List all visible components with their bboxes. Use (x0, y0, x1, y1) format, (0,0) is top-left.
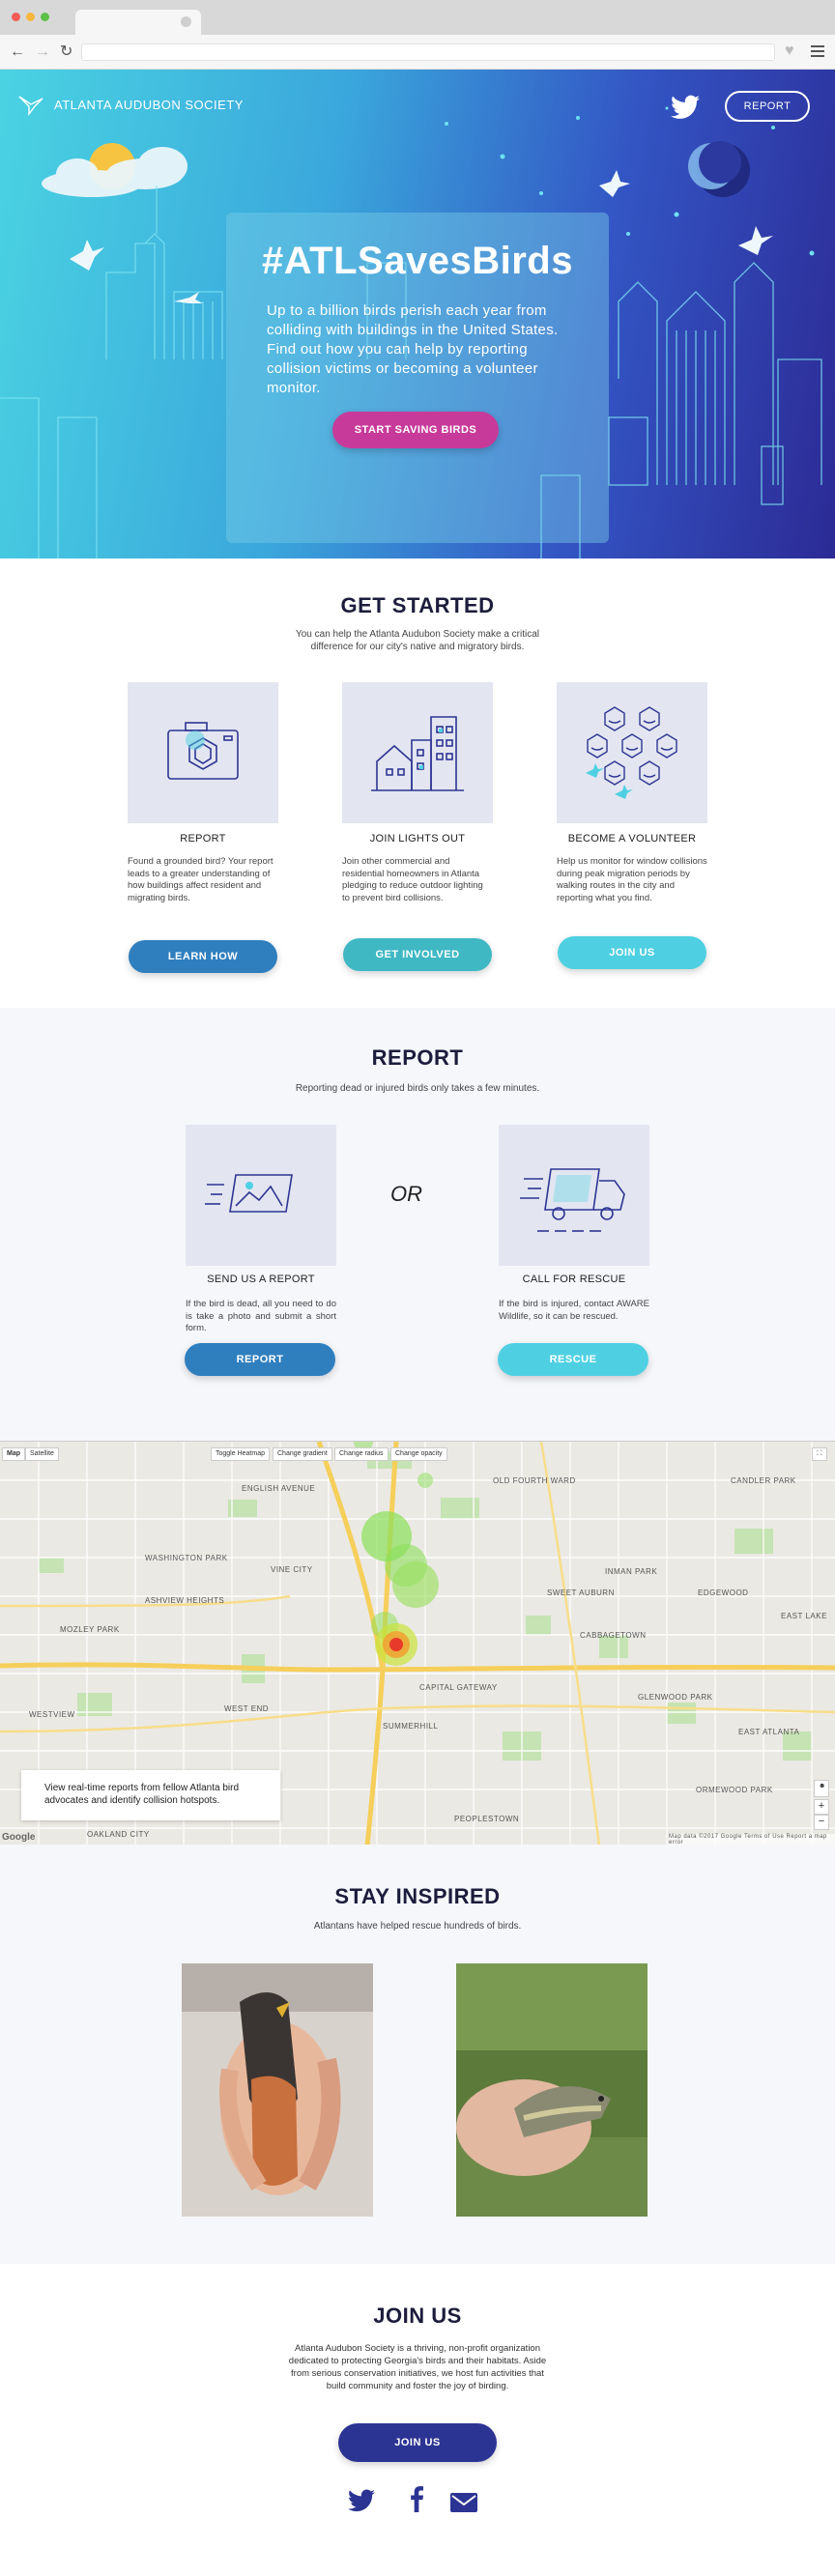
map-label: PEOPLESTOWN (454, 1815, 520, 1823)
hummingbird-logo-icon (18, 96, 43, 116)
rescue-button[interactable]: RESCUE (498, 1343, 648, 1376)
report-subtitle: Reporting dead or injured birds only tak… (295, 1083, 540, 1094)
rescued-robin-photo (182, 1963, 373, 2217)
facebook-icon[interactable] (410, 2485, 423, 2512)
zoom-out-button[interactable]: − (814, 1815, 829, 1830)
zoom-in-button[interactable]: + (814, 1799, 829, 1815)
hero-section: ATLANTA AUDUBON SOCIETY REPORT #ATLSaves… (0, 70, 835, 558)
call-rescue-text: If the bird is injured, contact AWARE Wi… (499, 1299, 649, 1322)
back-arrow-icon[interactable]: ← (10, 43, 25, 61)
browser-tab[interactable] (75, 10, 201, 35)
join-us-description: Atlanta Audubon Society is a thriving, n… (288, 2343, 547, 2391)
map-label: EDGEWOOD (698, 1589, 749, 1597)
twitter-icon[interactable] (348, 2489, 375, 2512)
report-card-title: REPORT (180, 833, 226, 844)
map-type-map[interactable]: Map (2, 1447, 25, 1461)
or-divider: OR (390, 1182, 422, 1206)
join-us-card-button[interactable]: JOIN US (558, 936, 706, 969)
send-report-text: If the bird is dead, all you need to do … (186, 1299, 336, 1333)
learn-how-button[interactable]: LEARN HOW (129, 940, 277, 973)
join-us-button[interactable]: JOIN US (338, 2423, 497, 2462)
report-title: REPORT (371, 1045, 464, 1070)
tab-close-icon[interactable] (181, 16, 191, 27)
rescued-warbler-photo (456, 1963, 648, 2217)
map-label: GLENWOOD PARK (638, 1693, 713, 1702)
map-label: ORMEWOOD PARK (696, 1786, 773, 1794)
buildings-icon (371, 716, 464, 791)
fullscreen-icon[interactable]: ⛶ (812, 1447, 827, 1461)
site-logo[interactable]: ATLANTA AUDUBON SOCIETY (17, 93, 244, 116)
stay-inspired-title: STAY INSPIRED (334, 1884, 501, 1908)
reload-icon[interactable]: ↻ (60, 43, 72, 61)
volunteers-icon (586, 706, 677, 799)
report-card-image (128, 682, 278, 823)
map-label: SWEET AUBURN (547, 1589, 615, 1597)
collision-heatmap[interactable]: Map Satellite Toggle Heatmap Change grad… (0, 1441, 835, 1845)
map-label: WEST END (224, 1704, 270, 1713)
camera-icon (167, 722, 239, 780)
call-rescue-image (499, 1125, 649, 1266)
map-label: ENGLISH AVENUE (242, 1484, 316, 1493)
hero-card: #ATLSavesBirds Up to a billion birds per… (226, 213, 609, 543)
window-zoom-dot[interactable] (41, 13, 49, 21)
send-report-image (186, 1125, 336, 1266)
logo-text: ATLANTA AUDUBON SOCIETY (54, 97, 244, 112)
map-label: CAPITAL GATEWAY (419, 1683, 498, 1692)
join-us-title: JOIN US (373, 2304, 462, 2328)
map-attribution: Map data ©2017 Google Terms of Use Repor… (669, 1834, 835, 1845)
map-type-satellite[interactable]: Satellite (25, 1447, 59, 1461)
twitter-icon[interactable] (671, 95, 700, 120)
map-label: WASHINGTON PARK (145, 1554, 228, 1562)
google-logo: Google (2, 1832, 36, 1843)
map-info-box: View real-time reports from fellow Atlan… (21, 1770, 280, 1820)
start-saving-birds-button[interactable]: START SAVING BIRDS (332, 412, 499, 448)
report-card-text: Found a grounded bird? Your report leads… (128, 856, 274, 903)
map-label: MOZLEY PARK (60, 1625, 120, 1634)
browser-tab-bar (0, 0, 835, 35)
change-opacity-button[interactable]: Change opacity (390, 1447, 447, 1461)
map-label: OLD FOURTH WARD (493, 1476, 576, 1485)
street-view-pegman-icon[interactable]: ☻ (814, 1780, 829, 1797)
call-rescue-title: CALL FOR RESCUE (522, 1274, 626, 1285)
hero-title: #ATLSavesBirds (262, 240, 573, 282)
map-label: INMAN PARK (605, 1567, 658, 1576)
email-icon[interactable] (450, 2493, 477, 2512)
map-label: WESTVIEW (29, 1710, 75, 1719)
window-close-dot[interactable] (12, 13, 20, 21)
map-label: CABBAGETOWN (580, 1631, 647, 1640)
map-label: CANDLER PARK (731, 1476, 796, 1485)
map-label: EAST ATLANTA (738, 1728, 800, 1736)
van-icon (520, 1168, 625, 1232)
map-label: EAST LAKE (781, 1612, 827, 1620)
map-label: OAKLAND CITY (87, 1830, 150, 1839)
map-label: VINE CITY (271, 1565, 313, 1574)
forward-arrow-icon[interactable]: → (35, 43, 50, 61)
browser-toolbar: ← → ↻ ♥ (0, 35, 835, 70)
change-gradient-button[interactable]: Change gradient (273, 1447, 332, 1461)
header-report-button[interactable]: REPORT (725, 91, 810, 122)
address-bar[interactable] (81, 43, 775, 61)
volunteer-card-title: BECOME A VOLUNTEER (567, 833, 697, 844)
map-label: SUMMERHILL (383, 1722, 439, 1731)
report-section (0, 1008, 835, 1441)
hero-description: Up to a billion birds perish each year f… (267, 302, 559, 396)
get-involved-button[interactable]: GET INVOLVED (343, 938, 492, 971)
map-label: ASHVIEW HEIGHTS (145, 1596, 225, 1605)
change-radius-button[interactable]: Change radius (334, 1447, 389, 1461)
photo-upload-icon (205, 1174, 293, 1213)
send-report-title: SEND US A REPORT (207, 1274, 315, 1285)
get-started-title: GET STARTED (340, 593, 495, 617)
volunteer-card-image (557, 682, 707, 823)
window-minimize-dot[interactable] (26, 13, 35, 21)
report-button[interactable]: REPORT (185, 1343, 335, 1376)
lights-out-card-title: JOIN LIGHTS OUT (369, 833, 466, 844)
hamburger-menu-icon[interactable] (811, 45, 824, 60)
get-started-subtitle: You can help the Atlanta Audubon Society… (295, 629, 540, 652)
lights-out-card-text: Join other commercial and residential ho… (342, 856, 483, 903)
toggle-heatmap-button[interactable]: Toggle Heatmap (211, 1447, 270, 1461)
heart-icon[interactable]: ♥ (785, 43, 794, 60)
lights-out-card-image (342, 682, 493, 823)
volunteer-card-text: Help us monitor for window collisions du… (557, 856, 707, 903)
stay-inspired-subtitle: Atlantans have helped rescue hundreds of… (313, 1921, 522, 1932)
